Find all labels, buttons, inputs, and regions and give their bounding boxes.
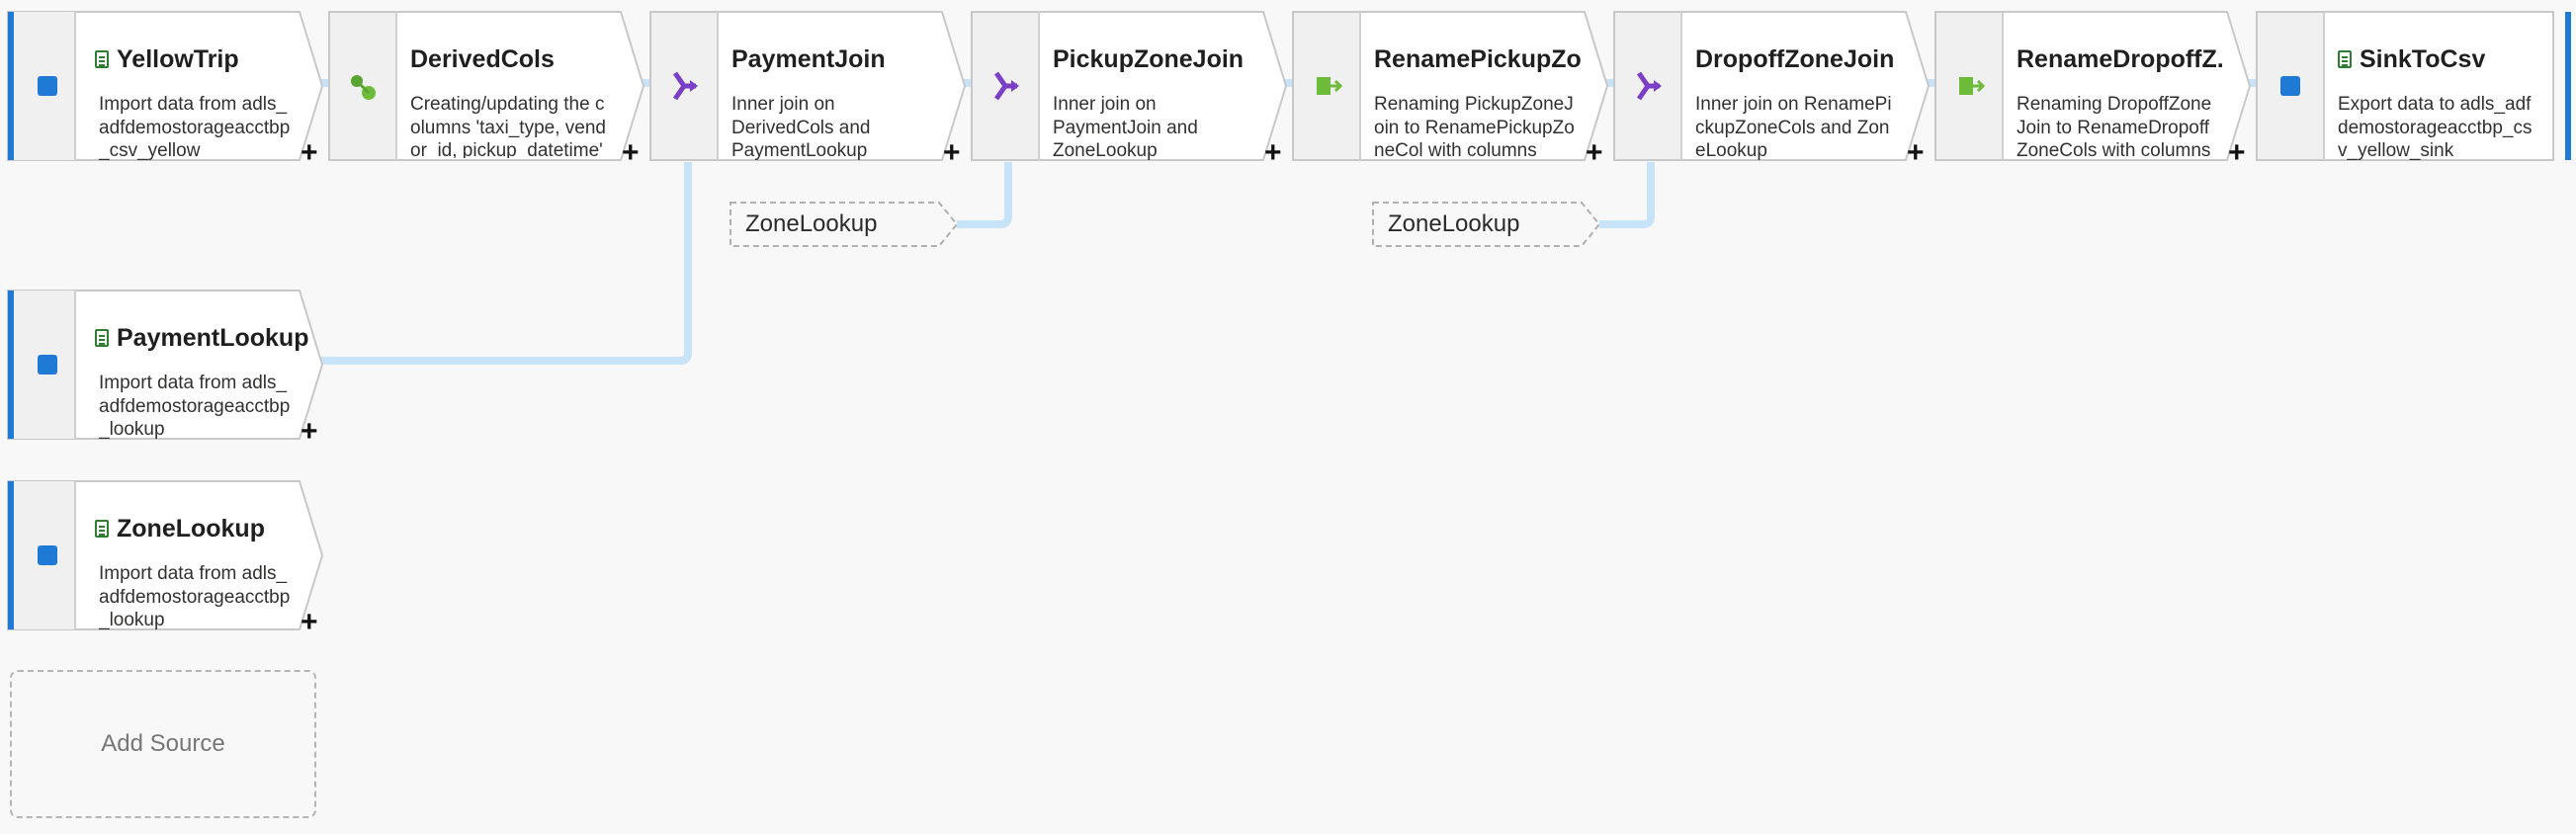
derived-column-icon [351,76,371,96]
node-sinktocsv[interactable]: SinkToCsv Export data to adls_adfdemosto… [2256,11,2571,161]
add-transform-button[interactable]: + [943,138,961,168]
node-paymentjoin[interactable]: PaymentJoin Inner join on DerivedCols an… [649,11,967,168]
node-renamepickupzonejoin[interactable]: RenamePickupZo... Renaming PickupZoneJoi… [1292,11,1609,168]
join-icon [1636,76,1656,96]
node-description: Inner join on RenamePickupZoneCols and Z… [1695,94,1892,160]
node-description: Inner join on DerivedCols and PaymentLoo… [731,94,871,160]
node-title: RenameDropoffZ... [2017,44,2224,73]
connector-ref1-pickupzonejoin [957,162,1012,228]
node-title: YellowTrip [117,44,239,73]
dataflow-canvas[interactable]: YellowTrip Import data from adls_adfdemo… [0,0,2576,834]
node-description: Renaming DropoffZoneJoin to RenameDropof… [2017,94,2212,158]
reference-zonelookup[interactable]: ZoneLookup [730,202,959,247]
node-renamedropoffzonejoin[interactable]: RenameDropoffZ... Renaming DropoffZoneJo… [1934,11,2252,168]
node-pickupzonejoin[interactable]: PickupZoneJoin Inner join on PaymentJoin… [971,11,1288,168]
add-transform-button[interactable]: + [1586,138,1603,168]
node-title: PickupZoneJoin [1053,44,1245,73]
reference-label: ZoneLookup [1388,210,1520,237]
add-source-button[interactable]: Add Source [10,670,316,818]
node-title: SinkToCsv [2360,44,2486,73]
add-transform-button[interactable]: + [301,608,318,637]
node-description: Renaming PickupZoneJoin to RenamePickupZ… [1374,94,1575,158]
node-dropoffzonejoin[interactable]: DropoffZoneJoin Inner join on RenamePick… [1613,11,1931,168]
add-transform-button[interactable]: + [2228,138,2246,168]
select-icon [1957,76,1977,96]
node-title: PaymentLookup [117,323,309,352]
dataset-doc-icon [95,329,109,347]
node-title: ZoneLookup [117,514,265,542]
source-icon [38,545,57,565]
add-transform-button[interactable]: + [622,138,640,168]
connector-paymentlookup-paymentjoin [316,162,692,365]
node-paymentlookup[interactable]: PaymentLookup Import data from adls_adfd… [7,290,324,447]
reference-label: ZoneLookup [745,210,878,237]
node-derivedcols[interactable]: DerivedCols Creating/updating the column… [328,11,645,168]
node-description: Import data from adls_adfdemostorageacct… [99,94,291,160]
node-title: RenamePickupZo... [1374,44,1582,73]
add-transform-button[interactable]: + [301,138,318,168]
node-title: DerivedCols [410,44,555,73]
dataset-doc-icon [95,520,109,538]
dataset-doc-icon [2338,50,2352,68]
add-transform-button[interactable]: + [1907,138,1925,168]
connector-ref2-dropoffzonejoin [1599,162,1655,228]
select-icon [1315,76,1334,96]
node-description: Inner join on PaymentJoin and ZoneLookup [1053,94,1198,160]
dataset-doc-icon [95,50,109,68]
node-description: Import data from adls_adfdemostorageacct… [99,563,291,629]
join-icon [672,76,692,96]
node-title: PaymentJoin [731,44,886,73]
node-title: DropoffZoneJoin [1695,44,1895,73]
node-yellowtrip[interactable]: YellowTrip Import data from adls_adfdemo… [7,11,324,168]
node-description: Creating/updating the columns 'taxi_type… [410,94,606,158]
add-transform-button[interactable]: + [301,417,318,447]
add-transform-button[interactable]: + [1264,138,1282,168]
sink-icon [2280,76,2300,96]
join-icon [993,76,1013,96]
node-description: Export data to adls_adfdemostorageacctbp… [2338,94,2533,160]
node-description: Import data from adls_adfdemostorageacct… [99,373,291,439]
node-zonelookup[interactable]: ZoneLookup Import data from adls_adfdemo… [7,480,324,637]
source-icon [38,76,57,96]
source-icon [38,355,57,375]
reference-zonelookup[interactable]: ZoneLookup [1372,202,1601,247]
